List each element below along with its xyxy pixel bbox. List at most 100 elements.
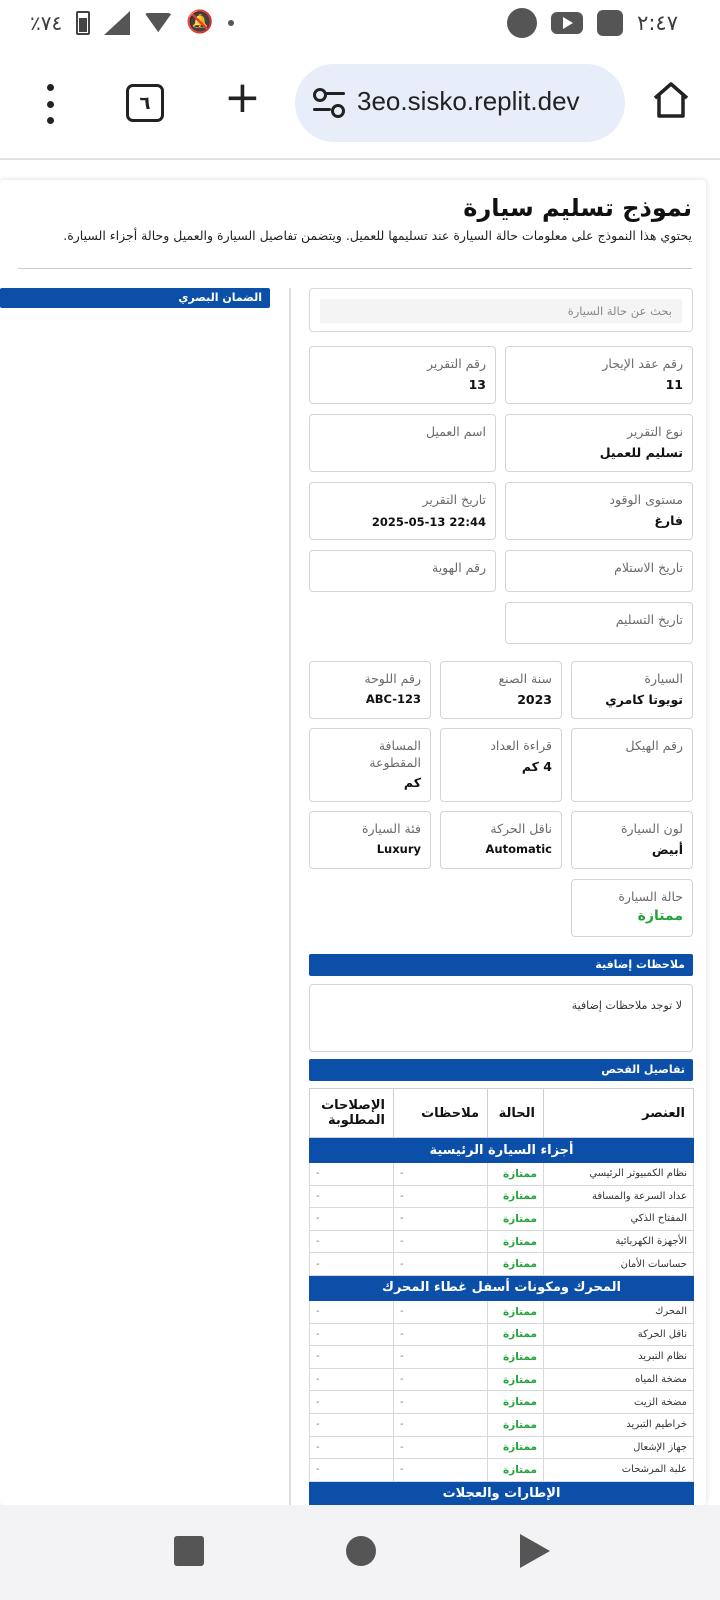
cell-status: ممتازة <box>487 1458 544 1482</box>
status-bar: ٪٧٤ 🔕 ٢:٤٧ <box>0 0 720 48</box>
cell-repairs: - <box>309 1367 394 1392</box>
cell-repairs: - <box>309 1435 394 1460</box>
field-value: ممتازة <box>637 908 683 924</box>
cell-notes: - <box>393 1252 488 1276</box>
cell-item: عداد السرعة والمسافة <box>543 1184 694 1209</box>
field-value: 13 <box>468 377 486 392</box>
page-subtitle: يحتوي هذا النموذج على معلومات حالة السيا… <box>63 228 692 243</box>
cell-notes: - <box>393 1322 488 1347</box>
cell-item: المحرك <box>543 1299 694 1324</box>
cell-repairs: - <box>309 1184 394 1209</box>
field-id-number: رقم الهوية <box>309 550 496 592</box>
form-card: نموذج تسليم سيارة يحتوي هذا النموذج على … <box>0 180 706 1505</box>
field-odometer: قراءة العداد 4 كم <box>440 728 562 802</box>
table-row: مضخة الزيت ممتازة - - <box>309 1390 694 1414</box>
table-row: حساسات الأمان ممتازة - - <box>309 1252 694 1276</box>
field-plate: رقم اللوحة ABC-123 <box>309 661 431 719</box>
field-report-number: رقم التقرير 13 <box>309 346 496 404</box>
new-tab-icon[interactable]: + <box>224 76 261 120</box>
cell-status: ممتازة <box>487 1367 544 1392</box>
cell-status: ممتازة <box>487 1184 544 1209</box>
field-value: تسليم للعميل <box>599 445 683 460</box>
field-label: تاريخ التقرير <box>422 492 487 507</box>
cell-notes: - <box>393 1229 488 1254</box>
field-car: السيارة تويوتا كامري <box>571 661 693 719</box>
field-lease-number: رقم عقد الإيجار 11 <box>505 346 693 404</box>
table-row: ناقل الحركة ممتازة - - <box>309 1322 694 1347</box>
cell-item: خراطيم التبريد <box>543 1412 694 1437</box>
field-label: نوع التقرير <box>626 424 683 439</box>
search-input[interactable]: بحث عن حالة السيارة <box>320 299 682 323</box>
cell-status: ممتازة <box>487 1345 544 1369</box>
notifications-off-icon: 🔕 <box>186 10 214 35</box>
youtube-icon <box>551 12 584 34</box>
field-value: 4 كم <box>521 759 552 774</box>
column-divider <box>289 288 291 1505</box>
cell-item: نظام الكمبيوتر الرئيسي <box>543 1162 694 1186</box>
back-button[interactable] <box>520 1534 550 1568</box>
more-notifications-icon <box>227 19 234 26</box>
recents-button[interactable] <box>174 1536 204 1566</box>
group-title: المحرك ومكونات أسفل غطاء المحرك <box>309 1274 694 1301</box>
site-settings-icon[interactable] <box>313 88 345 118</box>
cell-item: جهاز الإشعال <box>543 1435 694 1460</box>
signal-icon <box>104 10 131 35</box>
col-notes: ملاحظات <box>393 1088 488 1138</box>
home-button[interactable] <box>346 1536 376 1566</box>
field-value: 11 <box>665 377 683 392</box>
table-row: المحرك ممتازة - - <box>309 1299 694 1324</box>
cell-repairs: - <box>309 1322 394 1347</box>
cell-notes: - <box>393 1367 488 1392</box>
home-icon[interactable] <box>652 80 690 120</box>
cell-item: علبة المرشحات <box>543 1458 694 1482</box>
cell-repairs: - <box>309 1345 394 1369</box>
field-label: رقم الهوية <box>432 560 486 575</box>
cell-repairs: - <box>309 1412 394 1437</box>
url-text[interactable]: 3eo.sisko.replit.dev <box>357 86 580 117</box>
cell-item: نظام التبريد <box>543 1345 694 1369</box>
field-label: مستوى الوقود <box>609 492 683 507</box>
field-fuel-level: مستوى الوقود فارغ <box>505 482 693 540</box>
cell-status: ممتازة <box>487 1162 544 1186</box>
cell-notes: - <box>393 1345 488 1369</box>
cell-status: ممتازة <box>487 1229 544 1254</box>
field-report-date: تاريخ التقرير 2025-05-13 22:44 <box>309 482 496 540</box>
table-row: مضخة المياه ممتازة - - <box>309 1367 694 1392</box>
field-value: 2023 <box>517 692 552 707</box>
cell-repairs: - <box>309 1299 394 1324</box>
cell-item: مضخة الزيت <box>543 1390 694 1414</box>
field-distance: المسافة المقطوعة كم <box>309 728 431 802</box>
cell-notes: - <box>393 1458 488 1482</box>
search-box[interactable]: بحث عن حالة السيارة <box>309 288 693 332</box>
field-label: تاريخ الاستلام <box>614 560 683 575</box>
cell-notes: - <box>393 1412 488 1437</box>
field-value: Automatic <box>485 842 552 856</box>
field-value: ABC-123 <box>365 692 421 706</box>
cell-item: الأجهزة الكهربائية <box>543 1229 694 1254</box>
field-label: فئة السيارة <box>361 821 421 836</box>
table-row: خراطيم التبريد ممتازة - - <box>309 1412 694 1437</box>
field-value: 2025-05-13 22:44 <box>371 515 486 529</box>
field-value: Luxury <box>376 842 421 856</box>
notes-box: لا توجد ملاحظات إضافية <box>309 984 693 1052</box>
address-bar[interactable]: 3eo.sisko.replit.dev <box>295 64 625 142</box>
warranty-banner: الضمان البصري <box>0 288 270 308</box>
field-label: اسم العميل <box>425 424 486 439</box>
table-row: جهاز الإشعال ممتازة - - <box>309 1435 694 1460</box>
field-condition: حالة السيارة ممتازة <box>571 879 693 937</box>
field-transmission: ناقل الحركة Automatic <box>440 811 562 869</box>
status-left: ٪٧٤ 🔕 <box>30 10 234 35</box>
tab-switcher-button[interactable]: ٦ <box>126 84 164 122</box>
field-year: سنة الصنع 2023 <box>440 661 562 719</box>
cell-status: ممتازة <box>487 1252 544 1276</box>
field-label: المسافة المقطوعة <box>369 738 421 770</box>
page-title: نموذج تسليم سيارة <box>463 194 692 222</box>
cell-notes: - <box>393 1207 488 1231</box>
table-group-row: أجزاء السيارة الرئيسية <box>309 1137 694 1163</box>
field-delivery-date: تاريخ التسليم <box>505 602 693 644</box>
field-chassis: رقم الهيكل <box>571 728 693 802</box>
field-value: فارغ <box>654 513 683 528</box>
field-label: تاريخ التسليم <box>615 612 683 627</box>
menu-icon[interactable] <box>38 84 62 124</box>
field-label: قراءة العداد <box>490 738 552 753</box>
